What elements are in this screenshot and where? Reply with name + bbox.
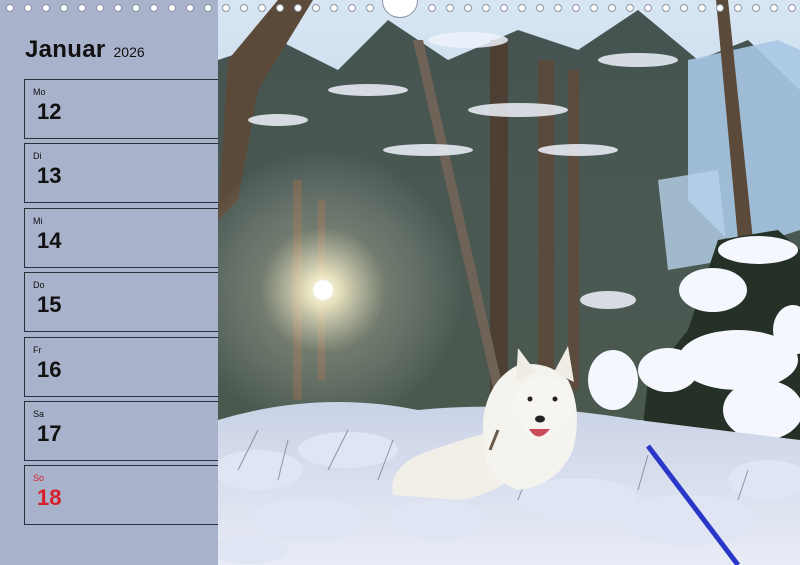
binding-hole: [150, 4, 158, 12]
binding-hole: [258, 4, 266, 12]
day-box-tuesday: Di 13: [24, 143, 220, 203]
binding-hole: [446, 4, 454, 12]
binding-hole: [482, 4, 490, 12]
weekday-label: Fr: [33, 345, 42, 355]
day-box-saturday: Sa 17: [24, 401, 220, 461]
binding-hole: [734, 4, 742, 12]
binding-hole: [78, 4, 86, 12]
binding-holes: [0, 0, 800, 18]
day-number: 13: [37, 163, 62, 188]
binding-hole: [186, 4, 194, 12]
binding-hole: [60, 4, 68, 12]
day-number: 12: [37, 99, 62, 124]
weekday-label: Di: [33, 151, 42, 161]
binding-hole: [366, 4, 374, 12]
day-box-sunday: So 18: [24, 465, 220, 525]
year-label: 2026: [113, 44, 145, 60]
day-box-monday: Mo 12: [24, 79, 220, 139]
binding-hole: [716, 4, 724, 12]
binding-hole: [752, 4, 760, 12]
month-title: Januar: [25, 36, 106, 63]
week-panel: Januar 2026 Mo 12 Di 13 Mi 14 Do 15 Fr 1…: [0, 0, 220, 565]
binding-hole: [608, 4, 616, 12]
weekday-label: Mo: [33, 87, 46, 97]
hanger-cutout: [382, 0, 418, 18]
binding-hole: [330, 4, 338, 12]
dog-photo: [218, 0, 800, 565]
calendar-page: Januar 2026 Mo 12 Di 13 Mi 14 Do 15 Fr 1…: [0, 0, 800, 565]
binding-hole: [240, 4, 248, 12]
day-number: 14: [37, 228, 62, 253]
binding-hole: [428, 4, 436, 12]
day-number: 16: [37, 357, 62, 382]
binding-hole: [788, 4, 796, 12]
day-box-friday: Fr 16: [24, 337, 220, 397]
binding-hole: [348, 4, 356, 12]
binding-hole: [536, 4, 544, 12]
weekday-label: Sa: [33, 409, 45, 419]
binding-hole: [276, 4, 284, 12]
white-shepherd-dog-in-snowy-forest-photo-icon: [218, 0, 800, 565]
binding-hole: [644, 4, 652, 12]
binding-hole: [590, 4, 598, 12]
binding-hole: [204, 4, 212, 12]
binding-hole: [518, 4, 526, 12]
weekday-label: Mi: [33, 216, 43, 226]
binding-hole: [500, 4, 508, 12]
binding-hole: [114, 4, 122, 12]
binding-hole: [24, 4, 32, 12]
weekday-label: Do: [33, 280, 45, 290]
day-number: 17: [37, 421, 62, 446]
binding-hole: [42, 4, 50, 12]
binding-hole: [572, 4, 580, 12]
month-header: Januar 2026: [25, 36, 145, 64]
binding-hole: [698, 4, 706, 12]
binding-hole: [168, 4, 176, 12]
binding-hole: [680, 4, 688, 12]
binding-hole: [464, 4, 472, 12]
day-number: 18: [37, 485, 62, 510]
binding-hole: [132, 4, 140, 12]
binding-hole: [554, 4, 562, 12]
binding-hole: [312, 4, 320, 12]
weekday-label: So: [33, 473, 45, 483]
day-box-thursday: Do 15: [24, 272, 220, 332]
binding-hole: [770, 4, 778, 12]
day-number: 15: [37, 292, 62, 317]
binding-hole: [222, 4, 230, 12]
binding-hole: [96, 4, 104, 12]
binding-hole: [6, 4, 14, 12]
binding-hole: [294, 4, 302, 12]
binding-hole: [662, 4, 670, 12]
day-box-wednesday: Mi 14: [24, 208, 220, 268]
binding-hole: [626, 4, 634, 12]
